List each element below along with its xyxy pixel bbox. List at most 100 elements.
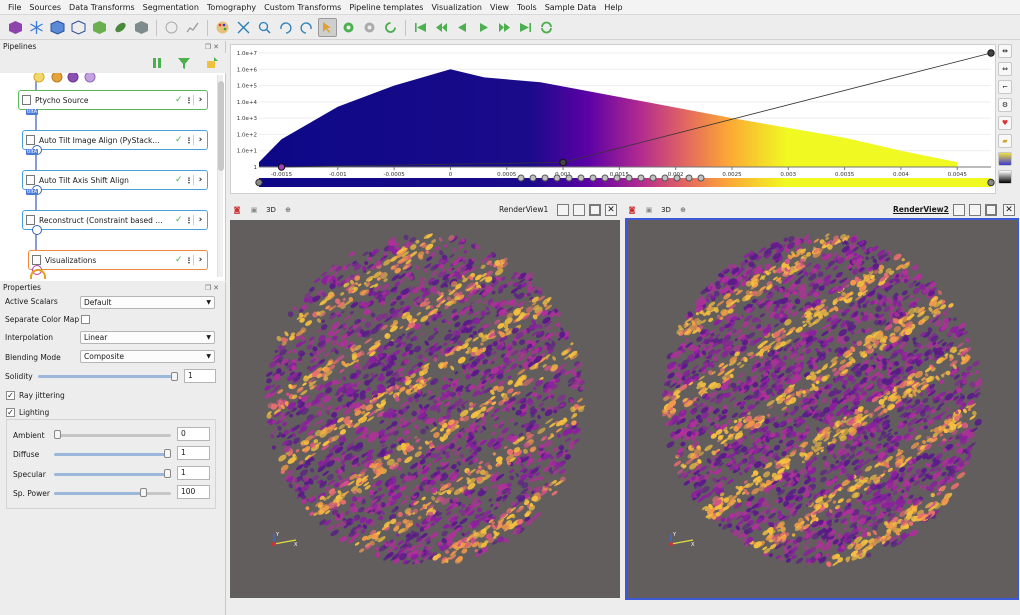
maximize-icon[interactable] — [985, 203, 997, 216]
pipeline-node[interactable]: Auto Tilt Image Align (PyStack... ✓ ⋮ › — [22, 130, 208, 150]
leaf-icon[interactable] — [111, 18, 130, 37]
loop-icon[interactable] — [537, 18, 556, 37]
diffuse-slider[interactable] — [54, 453, 171, 456]
ambient-input[interactable]: 0 — [177, 427, 210, 441]
split-horizontal-icon[interactable] — [953, 203, 965, 216]
sppower-slider[interactable] — [54, 492, 171, 495]
separate-cmap-checkbox[interactable] — [81, 315, 90, 324]
sppower-handle[interactable] — [139, 488, 147, 497]
scroll-thumb[interactable] — [218, 81, 224, 171]
cube-outline-icon[interactable] — [69, 18, 88, 37]
blending-dropdown[interactable]: Composite ▼ — [80, 350, 215, 363]
renderview1-viewport[interactable]: Y X — [230, 220, 620, 598]
next-frame-icon[interactable] — [495, 18, 514, 37]
cube-blue-icon[interactable] — [48, 18, 67, 37]
menu-tools[interactable]: Tools — [513, 0, 541, 15]
refresh-icon[interactable] — [381, 18, 400, 37]
last-frame-icon[interactable] — [516, 18, 535, 37]
close-icon[interactable]: ✕ — [605, 203, 617, 216]
diffuse-input[interactable]: 1 — [177, 446, 210, 460]
gear-icon[interactable] — [339, 18, 358, 37]
cube-purple-icon[interactable] — [6, 18, 25, 37]
menu-data-transforms[interactable]: Data Transforms — [65, 0, 139, 15]
node-menu-icon[interactable]: ⋮ — [185, 96, 193, 105]
rotate-plus-90-icon[interactable] — [276, 18, 295, 37]
chart-line-icon[interactable] — [183, 18, 202, 37]
chevron-right-icon[interactable]: › — [193, 255, 207, 265]
ambient-slider[interactable] — [54, 434, 171, 437]
menu-pipeline-templates[interactable]: Pipeline templates — [345, 0, 427, 15]
panel-float-close-icon[interactable]: ❐✕ — [205, 41, 225, 53]
pipeline-node[interactable]: Ptycho Source ✓ ⋮ › — [18, 90, 208, 110]
solidity-input[interactable]: 1 — [184, 369, 216, 383]
solidity-handle[interactable] — [171, 372, 178, 381]
prev-frame-icon[interactable] — [432, 18, 451, 37]
cube-gray-icon[interactable] — [132, 18, 151, 37]
node-menu-icon[interactable]: ⋮ — [185, 136, 193, 145]
renderview1-title[interactable]: RenderView1 — [499, 205, 548, 214]
folder-icon[interactable]: ▰ — [998, 134, 1012, 148]
colorbar-icon[interactable] — [998, 152, 1012, 166]
menu-view[interactable]: View — [486, 0, 513, 15]
split-vertical-icon[interactable] — [969, 203, 981, 216]
menu-visualization[interactable]: Visualization — [427, 0, 486, 15]
chevron-right-icon[interactable]: › — [193, 215, 207, 225]
ray-jitter-checkbox[interactable]: ✓ — [6, 391, 15, 400]
active-scalars-dropdown[interactable]: Default ▼ — [80, 296, 215, 309]
menu-sample-data[interactable]: Sample Data — [541, 0, 601, 15]
interpolation-dropdown[interactable]: Linear ▼ — [80, 331, 215, 344]
reset-range-icon[interactable]: ⇹ — [998, 44, 1012, 58]
pipeline-node[interactable]: Auto Tilt Axis Shift Align ✓ ⋮ › — [22, 170, 208, 190]
filter-icon[interactable] — [177, 56, 191, 70]
menu-help[interactable]: Help — [600, 0, 626, 15]
lighting-checkbox[interactable]: ✓ — [6, 408, 15, 417]
menu-segmentation[interactable]: Segmentation — [139, 0, 203, 15]
pipeline-node[interactable]: Reconstruct (Constraint based ... ✓ ⋮ › — [22, 210, 208, 230]
rotate-minus-90-icon[interactable] — [297, 18, 316, 37]
first-frame-icon[interactable] — [411, 18, 430, 37]
fit-icon[interactable] — [234, 18, 253, 37]
reset-camera-icon[interactable]: ▣ — [642, 203, 656, 217]
grayscale-icon[interactable] — [998, 170, 1012, 184]
palette-icon[interactable] — [213, 18, 232, 37]
colormap-editor[interactable]: 1 1.0e+1 1.0e+2 1.0e+3 1.0e+4 1.0e+5 1.0e+6 1.0… — [230, 44, 996, 194]
gear-gray-icon[interactable] — [360, 18, 379, 37]
play-icon[interactable] — [474, 18, 493, 37]
add-module-icon[interactable] — [205, 56, 219, 70]
close-icon[interactable]: ✕ — [1003, 203, 1015, 216]
pause-icon[interactable] — [150, 56, 164, 70]
specular-input[interactable]: 1 — [177, 466, 210, 480]
snowflake-icon[interactable] — [27, 18, 46, 37]
sppower-input[interactable]: 100 — [177, 485, 210, 499]
panel-float-close-icon[interactable]: ❐✕ — [205, 282, 225, 294]
specular-handle[interactable] — [164, 469, 171, 478]
maximize-icon[interactable] — [589, 203, 601, 216]
zoom-icon[interactable]: ⊕ — [676, 203, 690, 217]
camera-icon[interactable]: ◙ — [625, 203, 639, 217]
renderview2-title[interactable]: RenderView2 — [893, 205, 949, 214]
output-port-icon[interactable] — [32, 225, 42, 235]
select-icon[interactable] — [318, 18, 337, 37]
pipeline-node[interactable]: Visualizations ✓ ⋮ › — [28, 250, 208, 270]
node-menu-icon[interactable]: ⋮ — [185, 176, 193, 185]
chevron-right-icon[interactable]: › — [193, 135, 207, 145]
zoom-fit-icon[interactable] — [255, 18, 274, 37]
menu-file[interactable]: File — [4, 0, 25, 15]
solidity-slider[interactable] — [38, 375, 178, 378]
gear-icon[interactable]: ⚙ — [998, 98, 1012, 112]
reset-camera-icon[interactable]: ▣ — [247, 203, 261, 217]
node-menu-icon[interactable]: ⋮ — [185, 216, 193, 225]
tilt-icon[interactable] — [162, 18, 181, 37]
menu-sources[interactable]: Sources — [25, 0, 65, 15]
renderview2-viewport[interactable]: Y X — [625, 218, 1019, 600]
log-scale-icon[interactable]: ⌐ — [998, 80, 1012, 94]
cube-green-icon[interactable] — [90, 18, 109, 37]
view-mode-toggle[interactable]: 3D — [264, 203, 278, 217]
ambient-handle[interactable] — [54, 430, 61, 439]
view-mode-toggle[interactable]: 3D — [659, 203, 673, 217]
specular-slider[interactable] — [54, 473, 171, 476]
menu-custom-transforms[interactable]: Custom Transforms — [260, 0, 345, 15]
camera-icon[interactable]: ◙ — [230, 203, 244, 217]
custom-range-icon[interactable]: ⇔ — [998, 62, 1012, 76]
chevron-right-icon[interactable]: › — [193, 95, 207, 105]
